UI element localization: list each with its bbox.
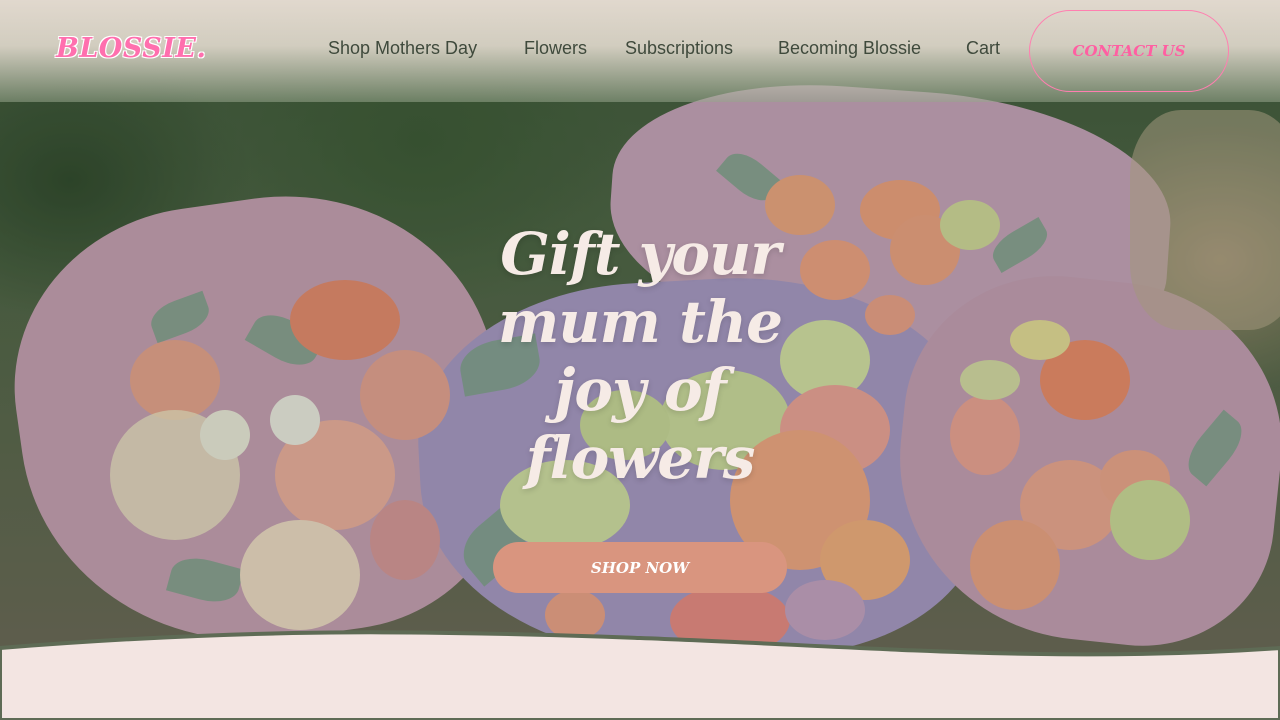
brand-logo[interactable]: BLOSSIE. xyxy=(56,33,206,64)
hero-headline-line-4: flowers xyxy=(525,424,756,492)
nav-link-subscriptions[interactable]: Subscriptions xyxy=(625,38,733,59)
hero-headline-line-3: joy of xyxy=(554,356,726,424)
hero-headline-line-1: Gift your xyxy=(500,220,781,288)
contact-us-button[interactable]: CONTACT US xyxy=(1029,10,1229,92)
nav-link-shop-mothers-day[interactable]: Shop Mothers Day xyxy=(328,38,477,59)
nav-link-becoming-blossie[interactable]: Becoming Blossie xyxy=(778,38,921,59)
wave-divider xyxy=(0,630,1280,720)
nav-link-cart[interactable]: Cart xyxy=(966,38,1000,59)
shop-now-button[interactable]: SHOP NOW xyxy=(493,542,787,593)
nav-link-flowers[interactable]: Flowers xyxy=(524,38,587,59)
hero-headline: Gift your mum the joy of flowers xyxy=(470,220,810,492)
top-nav: BLOSSIE. Shop Mothers Day Flowers Subscr… xyxy=(0,0,1280,102)
hero-headline-line-2: mum the xyxy=(498,288,783,356)
